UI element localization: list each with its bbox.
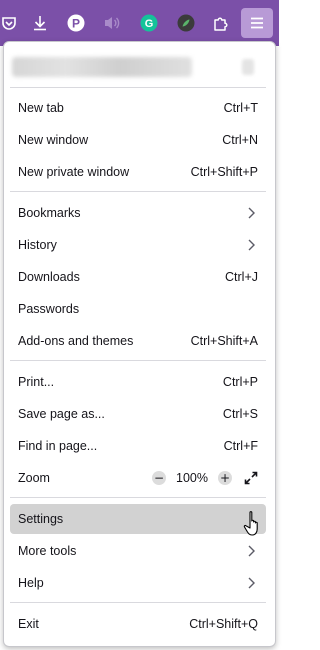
menu-item-label: Add-ons and themes <box>18 334 134 348</box>
account-arrow-icon <box>242 59 254 75</box>
menu-item-bookmarks[interactable]: Bookmarks <box>10 198 266 228</box>
zoom-label: Zoom <box>18 471 50 485</box>
menu-item-settings[interactable]: Settings <box>10 504 266 534</box>
separator <box>10 497 266 498</box>
menu-item-add-ons-and-themes[interactable]: Add-ons and themes Ctrl+Shift+A <box>10 326 266 356</box>
zoom-in-button[interactable]: + <box>218 471 232 485</box>
menu-item-exit[interactable]: Exit Ctrl+Shift+Q <box>10 609 266 639</box>
menu-item-new-window[interactable]: New window Ctrl+N <box>10 125 266 155</box>
fullscreen-icon <box>244 471 258 485</box>
pinterest-extension-icon[interactable]: P <box>64 11 88 35</box>
menu-item-more-tools[interactable]: More tools <box>10 536 266 566</box>
separator <box>10 602 266 603</box>
menu-item-label: History <box>18 238 57 252</box>
separator <box>10 360 266 361</box>
browser-toolbar: P G <box>0 0 279 46</box>
extension-leaf-icon[interactable] <box>174 11 198 35</box>
account-email-blurred[interactable] <box>12 57 192 77</box>
menu-item-downloads[interactable]: Downloads Ctrl+J <box>10 262 266 292</box>
menu-item-label: More tools <box>18 544 77 558</box>
svg-text:G: G <box>145 18 154 30</box>
extensions-puzzle-icon[interactable] <box>209 11 233 35</box>
zoom-controls: − 100% + <box>152 471 258 485</box>
menu-item-label: Downloads <box>18 270 80 284</box>
menu-item-label: Find in page... <box>18 439 98 453</box>
menu-item-shortcut: Ctrl+Shift+P <box>190 165 258 179</box>
menu-item-label: Bookmarks <box>18 206 81 220</box>
menu-item-shortcut: Ctrl+T <box>223 101 258 115</box>
menu-item-shortcut: Ctrl+N <box>222 133 258 147</box>
chevron-right-icon <box>248 207 255 219</box>
pocket-icon[interactable] <box>0 11 21 35</box>
separator <box>10 87 266 88</box>
menu-item-history[interactable]: History <box>10 230 266 260</box>
menu-item-label: Passwords <box>18 302 80 316</box>
menu-item-label: Print... <box>18 375 55 389</box>
menu-item-shortcut: Ctrl+J <box>225 270 258 284</box>
menu-item-new-private-window[interactable]: New private window Ctrl+Shift+P <box>10 157 266 187</box>
chevron-right-icon <box>248 577 255 589</box>
fullscreen-button[interactable] <box>244 471 258 485</box>
menu-item-shortcut: Ctrl+Shift+Q <box>189 617 258 631</box>
hand-pointer-cursor-icon <box>243 511 258 536</box>
menu-item-label: New window <box>18 133 89 147</box>
menu-item-help[interactable]: Help <box>10 568 266 598</box>
menu-item-label: Settings <box>18 512 64 526</box>
menu-item-shortcut: Ctrl+P <box>222 375 258 389</box>
menu-item-print[interactable]: Print... Ctrl+P <box>10 367 266 397</box>
menu-item-save-page-as[interactable]: Save page as... Ctrl+S <box>10 399 266 429</box>
menu-item-passwords[interactable]: Passwords <box>10 294 266 324</box>
zoom-out-button[interactable]: − <box>152 471 167 485</box>
chevron-right-icon <box>248 239 255 251</box>
menu-item-zoom: Zoom − 100% + <box>10 463 266 493</box>
chevron-right-icon <box>248 545 255 557</box>
menu-item-find-in-page[interactable]: Find in page... Ctrl+F <box>10 431 266 461</box>
hamburger-menu-button[interactable] <box>241 8 273 38</box>
menu-item-label: Exit <box>18 617 39 631</box>
menu-item-shortcut: Ctrl+Shift+A <box>190 334 258 348</box>
menu-item-label: New private window <box>18 165 130 179</box>
hamburger-menu-icon <box>251 17 263 29</box>
grammarly-extension-icon[interactable]: G <box>137 11 161 35</box>
separator <box>10 191 266 192</box>
svg-text:P: P <box>72 17 80 31</box>
downloads-icon[interactable] <box>28 11 52 35</box>
menu-item-shortcut: Ctrl+S <box>222 407 258 421</box>
menu-item-shortcut: Ctrl+F <box>223 439 258 453</box>
menu-item-label: Save page as... <box>18 407 105 421</box>
menu-item-new-tab[interactable]: New tab Ctrl+T <box>10 93 266 123</box>
menu-item-label: New tab <box>18 101 64 115</box>
zoom-reset-button[interactable]: 100% <box>176 471 208 485</box>
menu-item-label: Help <box>18 576 44 590</box>
mute-icon[interactable] <box>100 11 124 35</box>
